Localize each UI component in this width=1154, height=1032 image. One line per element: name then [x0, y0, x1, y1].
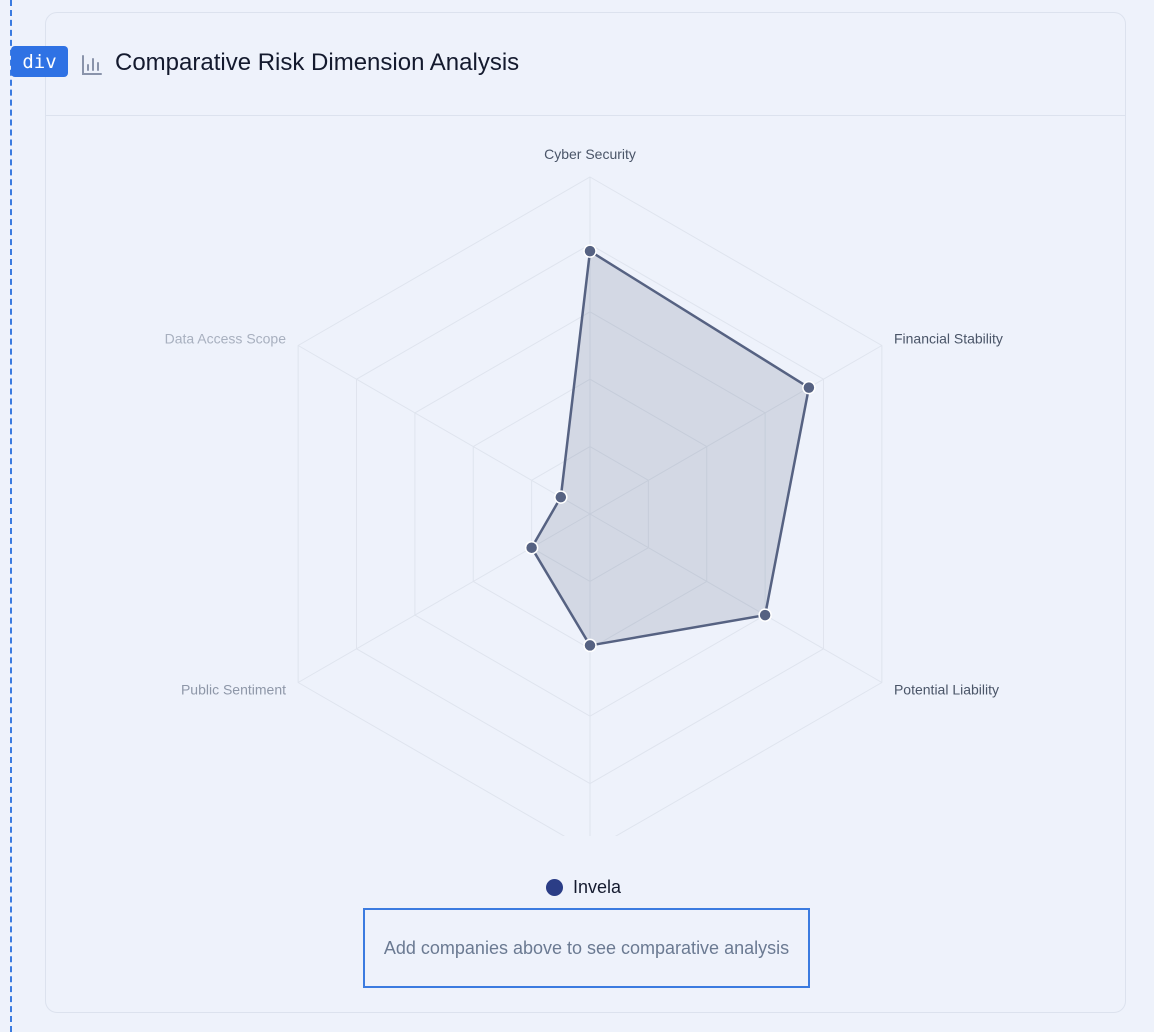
card-header: Comparative Risk Dimension Analysis	[46, 13, 1125, 116]
data-point	[554, 490, 568, 504]
axis-label: Public Sentiment	[181, 682, 286, 698]
series-area	[530, 249, 811, 647]
card-title: Comparative Risk Dimension Analysis	[115, 49, 520, 76]
data-point	[524, 540, 539, 555]
element-tag-badge: div	[11, 46, 68, 77]
axis-label: Financial Stability	[894, 331, 1003, 347]
legend-label: Invela	[573, 877, 622, 897]
data-point	[583, 244, 597, 258]
legend-swatch	[546, 879, 563, 896]
radar-chart: Cyber Security Financial Stability Potenti…	[46, 116, 1127, 836]
data-point	[802, 380, 816, 395]
axis-label: Potential Liability	[894, 682, 999, 698]
bar-chart-icon	[80, 53, 104, 82]
empty-state-message: Add companies above to see comparative a…	[363, 908, 810, 988]
axis-label: Cyber Security	[544, 146, 636, 162]
selection-guide-line	[10, 0, 12, 1032]
data-point	[758, 608, 772, 622]
radar-chart-svg: Cyber Security Financial Stability Potenti…	[165, 146, 1003, 836]
grid-spoke	[297, 345, 591, 515]
axis-label: Data Access Scope	[165, 331, 287, 347]
data-point	[583, 638, 597, 653]
chart-legend[interactable]: Invela	[546, 877, 621, 898]
risk-analysis-card: Comparative Risk Dimension Analysis Cybe…	[45, 12, 1126, 1013]
